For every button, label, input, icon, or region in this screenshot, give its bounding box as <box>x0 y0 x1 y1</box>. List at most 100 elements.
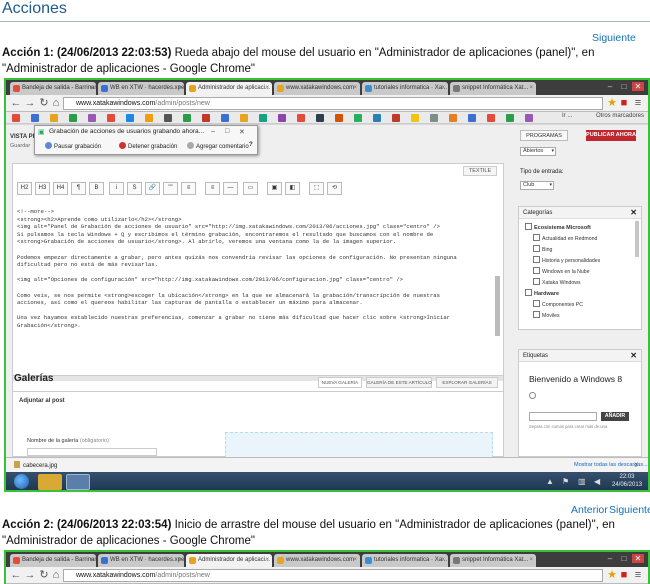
pause-recording-button[interactable]: Pausar grabación <box>45 142 101 150</box>
bookmark-icon[interactable] <box>411 114 419 122</box>
quicktag-button[interactable]: ⬚ <box>309 182 324 195</box>
browser-tab[interactable]: Administrador de aplicaci... × <box>186 82 272 95</box>
reload-icon[interactable]: ↻ <box>38 96 50 110</box>
bookmark-icon[interactable] <box>240 114 248 122</box>
quicktag-button[interactable]: i <box>109 182 124 195</box>
bookmark-icon[interactable] <box>202 114 210 122</box>
network-icon[interactable]: ▥ <box>578 477 586 486</box>
maximize-icon[interactable]: □ <box>618 554 630 563</box>
editor-scrollbar[interactable] <box>495 276 500 336</box>
tab-close-icon[interactable]: × <box>353 554 357 567</box>
bookmark-icon[interactable] <box>297 114 305 122</box>
stop-recording-button[interactable]: Detener grabación <box>119 142 177 150</box>
category-checkbox[interactable]: Hardware <box>525 289 559 297</box>
category-checkbox[interactable]: Ecosistema Microsoft <box>525 223 591 231</box>
quicktag-button[interactable]: ▣ <box>267 182 282 195</box>
bookmark-icon[interactable] <box>373 114 381 122</box>
recorder-minimize-icon[interactable]: – <box>211 128 215 135</box>
entry-type-select[interactable]: Club <box>520 181 554 190</box>
close-icon[interactable]: ✕ <box>630 207 637 219</box>
browser-tab[interactable]: Bandeja de salida - Barrinanvella...× <box>10 554 96 567</box>
tab-close-icon[interactable]: × <box>177 554 181 567</box>
save-label[interactable]: Guardar <box>10 143 30 149</box>
textile-tab[interactable]: TEXTILE <box>463 166 497 176</box>
bookmark-icon[interactable] <box>506 114 514 122</box>
quicktag-button[interactable]: 🔗 <box>145 182 160 195</box>
quicktag-button[interactable]: ⟲ <box>327 182 342 195</box>
tab-close-icon[interactable]: × <box>177 82 181 95</box>
add-comment-button[interactable]: Agregar comentario <box>187 142 249 150</box>
menu-icon[interactable]: ≡ <box>632 568 644 582</box>
status-select[interactable]: Abiertos <box>520 147 556 156</box>
close-window-icon[interactable]: ✕ <box>632 554 644 563</box>
category-checkbox[interactable]: Xataka Windows <box>533 278 581 286</box>
close-downloads-icon[interactable]: × <box>634 460 639 469</box>
post-editor[interactable]: TEXTILE H2 H3 H4 ¶ Bi S 🔗 "" ≡ ≡ — ▭ ▣ ◧ ⬚ ⟲ <!--more--… <box>12 163 504 411</box>
publish-now-button[interactable]: PUBLICAR AHORA <box>586 130 636 141</box>
tab-close-icon[interactable]: × <box>529 554 533 567</box>
bookmark-icon[interactable] <box>487 114 495 122</box>
tag-input[interactable] <box>529 412 597 421</box>
bookmark-icon[interactable] <box>221 114 229 122</box>
bookmark-icon[interactable] <box>449 114 457 122</box>
address-bar[interactable]: www.xatakawindows.com/admin/posts/new <box>63 569 603 582</box>
minimize-icon[interactable]: – <box>604 82 616 91</box>
address-bar[interactable]: www.xatakawindows.com/admin/posts/new <box>63 97 603 110</box>
bookmark-icon[interactable] <box>278 114 286 122</box>
bookmark-icon[interactable] <box>31 114 39 122</box>
bookmark-icon[interactable] <box>145 114 153 122</box>
tab-close-icon[interactable]: × <box>265 82 269 95</box>
recorder-maximize-icon[interactable]: □ <box>225 128 229 135</box>
gallery-name-input[interactable] <box>27 448 157 456</box>
forward-icon[interactable]: → <box>24 568 36 582</box>
tab-close-icon[interactable]: × <box>441 554 445 567</box>
flag-icon[interactable]: ⚑ <box>562 477 569 486</box>
previous-link[interactable]: Anterior <box>571 504 608 516</box>
tab-explore-galleries[interactable]: EXPLORAR GALERÍAS <box>436 377 498 388</box>
browser-tab[interactable]: snippet Informática Xat... × <box>450 554 536 567</box>
home-icon[interactable]: ⌂ <box>50 96 62 110</box>
quicktag-button[interactable]: ≡ <box>181 182 196 195</box>
quicktag-button[interactable]: H3 <box>35 182 50 195</box>
tab-close-icon[interactable]: × <box>265 554 269 567</box>
bookmark-icon[interactable] <box>50 114 58 122</box>
volume-icon[interactable]: ◀ <box>594 477 600 486</box>
tab-close-icon[interactable]: × <box>89 554 93 567</box>
tab-new-gallery[interactable]: NUEVA GALERÍA <box>318 377 362 388</box>
categories-scrollbar[interactable] <box>635 221 639 257</box>
quicktag-button[interactable]: ▭ <box>243 182 258 195</box>
quicktag-button[interactable]: — <box>223 182 238 195</box>
minimize-icon[interactable]: – <box>604 554 616 563</box>
category-checkbox[interactable]: Bing <box>533 245 552 253</box>
recorder-taskbar-icon[interactable] <box>66 474 90 490</box>
category-checkbox[interactable]: Componentes PC <box>533 300 583 308</box>
home-icon[interactable]: ⌂ <box>50 568 62 582</box>
bookmark-icon[interactable] <box>316 114 324 122</box>
tab-close-icon[interactable]: × <box>89 82 93 95</box>
bookmark-icon[interactable] <box>430 114 438 122</box>
quicktag-button[interactable]: H4 <box>53 182 68 195</box>
category-checkbox[interactable]: Móviles <box>533 311 560 319</box>
back-icon[interactable]: ← <box>10 568 22 582</box>
quicktag-button[interactable]: S <box>127 182 142 195</box>
browser-tab[interactable]: www.xatakawindows.com × <box>274 554 360 567</box>
clock[interactable]: 22:03 24/06/2013 <box>612 473 642 489</box>
browser-tab[interactable]: Administrador de aplicaci... × <box>186 554 272 567</box>
menu-icon[interactable]: ≡ <box>632 96 644 110</box>
star-icon[interactable]: ★ <box>606 96 618 110</box>
reload-icon[interactable]: ↻ <box>38 568 50 582</box>
quicktag-button[interactable]: ≡ <box>205 182 220 195</box>
bookmark-icon[interactable] <box>164 114 172 122</box>
close-icon[interactable]: ✕ <box>630 350 637 362</box>
forward-icon[interactable]: → <box>24 96 36 110</box>
browser-tab[interactable]: tutoriales informatica · Xa... × <box>362 82 448 95</box>
back-icon[interactable]: ← <box>10 96 22 110</box>
bookmark-icon[interactable] <box>354 114 362 122</box>
quicktag-button[interactable]: ◧ <box>285 182 300 195</box>
browser-tab[interactable]: tutoriales informatica · Xa... × <box>362 554 448 567</box>
extension-icon[interactable]: ■ <box>618 568 630 582</box>
upload-dropzone[interactable] <box>225 432 493 458</box>
tab-close-icon[interactable]: × <box>353 82 357 95</box>
category-checkbox[interactable]: Windows en la Nube <box>533 267 590 275</box>
browser-tab[interactable]: www.xatakawindows.com × <box>274 82 360 95</box>
